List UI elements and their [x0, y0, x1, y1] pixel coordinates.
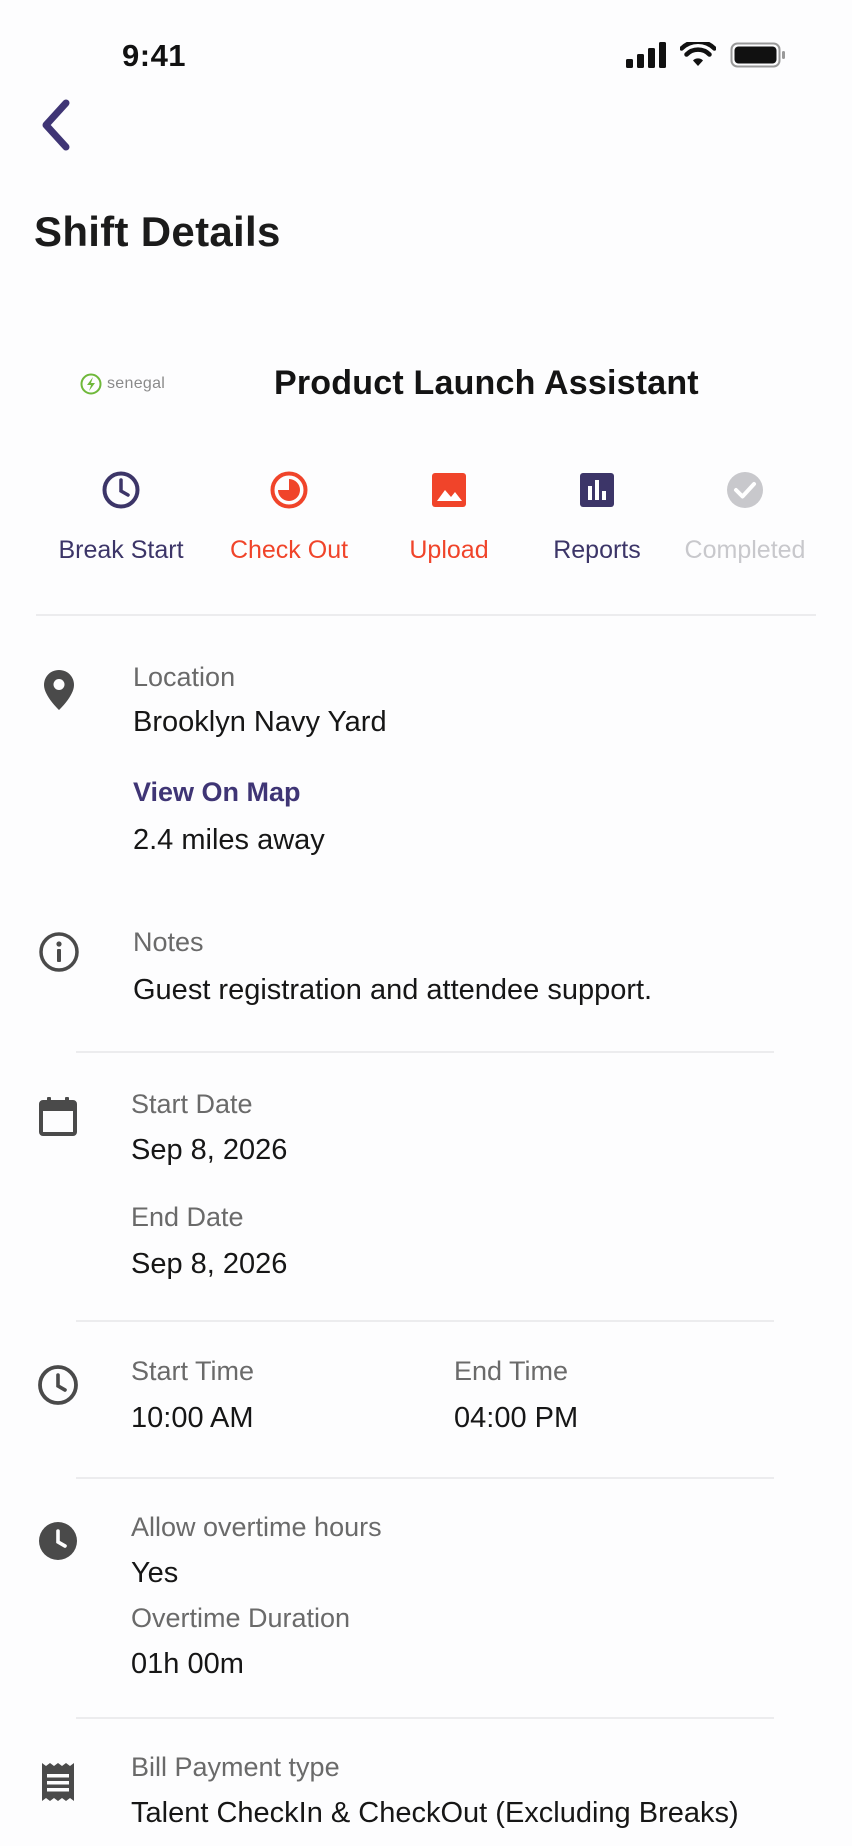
back-button[interactable] — [30, 94, 80, 156]
end-date-label: End Date — [131, 1202, 244, 1232]
break-start-label: Break Start — [58, 536, 184, 564]
overtime-clock-icon — [36, 1519, 80, 1563]
image-icon — [432, 473, 466, 507]
divider — [76, 1051, 774, 1053]
job-title: Product Launch Assistant — [274, 364, 699, 402]
calendar-icon — [36, 1094, 80, 1138]
timer-icon — [270, 471, 308, 509]
end-date-value: Sep 8, 2026 — [131, 1248, 288, 1280]
location-value: Brooklyn Navy Yard — [133, 706, 387, 738]
notes-label: Notes — [133, 927, 204, 957]
clock-icon — [102, 471, 140, 509]
bill-payment-value: Talent CheckIn & CheckOut (Excluding Bre… — [131, 1797, 739, 1829]
start-date-value: Sep 8, 2026 — [131, 1134, 288, 1166]
bill-payment-label: Bill Payment type — [131, 1752, 340, 1782]
brand-logo: senegal — [80, 373, 194, 395]
overtime-duration-label: Overtime Duration — [131, 1603, 351, 1633]
cellular-signal-icon — [626, 42, 666, 68]
overtime-duration-value: 01h 00m — [131, 1648, 244, 1680]
chevron-left-icon — [42, 99, 70, 151]
info-icon — [37, 930, 81, 974]
start-time-value: 10:00 AM — [131, 1402, 254, 1434]
status-time: 9:41 — [122, 38, 187, 73]
upload-button[interactable]: Upload — [364, 466, 534, 565]
divider — [76, 1320, 774, 1322]
break-start-button[interactable]: Break Start — [36, 466, 206, 565]
divider — [76, 1717, 774, 1719]
divider — [36, 614, 816, 616]
overtime-allow-label: Allow overtime hours — [131, 1512, 382, 1542]
check-out-button[interactable]: Check Out — [204, 466, 374, 565]
view-on-map-link[interactable]: View On Map — [133, 777, 301, 808]
end-time-label: End Time — [454, 1356, 569, 1386]
check-circle-icon — [727, 472, 763, 508]
page-title: Shift Details — [34, 208, 281, 255]
status-bar: 9:41 — [0, 0, 852, 110]
clock-icon — [36, 1363, 80, 1407]
action-bar: Break Start Check Out Upload Reports Com… — [36, 466, 816, 576]
location-pin-icon — [37, 668, 81, 712]
divider — [76, 1477, 774, 1479]
completed-label: Completed — [684, 536, 806, 564]
start-date-label: Start Date — [131, 1089, 253, 1119]
notes-value: Guest registration and attendee support. — [133, 974, 653, 1006]
upload-label: Upload — [409, 536, 489, 564]
check-out-label: Check Out — [229, 536, 349, 564]
bar-chart-icon — [580, 473, 614, 507]
end-time-value: 04:00 PM — [454, 1402, 579, 1434]
wifi-icon — [680, 42, 716, 66]
reports-button[interactable]: Reports — [512, 466, 682, 565]
reports-label: Reports — [553, 536, 641, 564]
receipt-icon — [36, 1760, 80, 1804]
status-icons — [626, 42, 786, 68]
battery-icon — [730, 42, 785, 68]
completed-button[interactable]: Completed — [660, 466, 830, 565]
brand-logo-text: senegal — [107, 374, 166, 392]
overtime-allow-value: Yes — [131, 1557, 179, 1589]
brand-logo-icon — [80, 373, 102, 394]
location-label: Location — [133, 662, 236, 692]
job-header: senegal Product Launch Assistant — [80, 364, 699, 403]
start-time-label: Start Time — [131, 1356, 255, 1386]
distance-value: 2.4 miles away — [133, 824, 325, 856]
